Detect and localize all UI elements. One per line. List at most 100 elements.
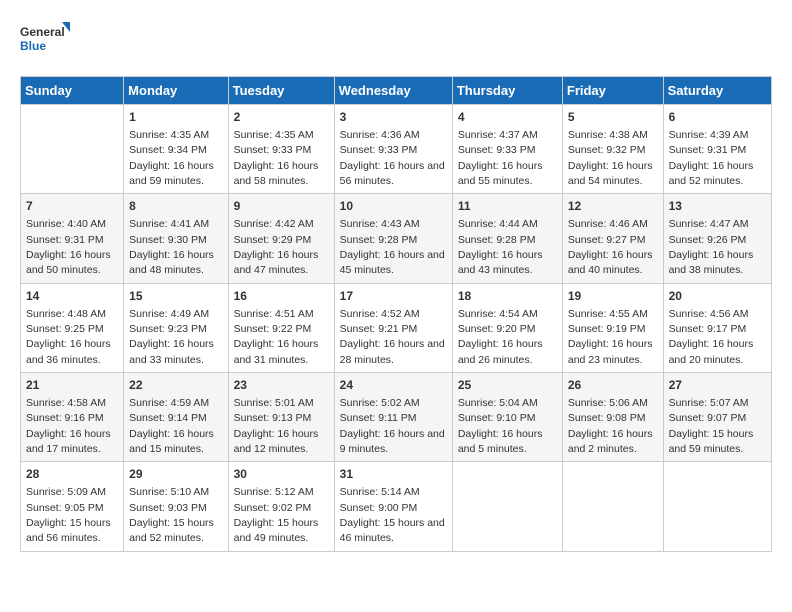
sunrise-info: Sunrise: 4:39 AM [669,129,749,141]
day-number: 15 [129,288,222,305]
calendar-week-3: 14 Sunrise: 4:48 AM Sunset: 9:25 PM Dayl… [21,283,772,372]
day-number: 6 [669,109,766,126]
calendar-cell: 7 Sunrise: 4:40 AM Sunset: 9:31 PM Dayli… [21,194,124,283]
logo: General Blue [20,20,70,60]
calendar-week-1: 1 Sunrise: 4:35 AM Sunset: 9:34 PM Dayli… [21,105,772,194]
calendar-cell [21,105,124,194]
calendar-cell: 20 Sunrise: 4:56 AM Sunset: 9:17 PM Dayl… [663,283,771,372]
sunrise-info: Sunrise: 4:56 AM [669,308,749,320]
day-number: 20 [669,288,766,305]
sunset-info: Sunset: 9:11 PM [340,412,417,424]
header-row: Sunday Monday Tuesday Wednesday Thursday… [21,77,772,105]
daylight-info: Daylight: 16 hours and 56 minutes. [340,160,445,187]
sunrise-info: Sunrise: 5:09 AM [26,486,106,498]
day-number: 23 [234,377,329,394]
day-number: 27 [669,377,766,394]
daylight-info: Daylight: 16 hours and 28 minutes. [340,338,445,365]
sunset-info: Sunset: 9:31 PM [669,144,747,156]
day-number: 18 [458,288,557,305]
day-number: 5 [568,109,658,126]
calendar-cell: 6 Sunrise: 4:39 AM Sunset: 9:31 PM Dayli… [663,105,771,194]
sunset-info: Sunset: 9:22 PM [234,323,312,335]
daylight-info: Daylight: 16 hours and 55 minutes. [458,160,543,187]
calendar-cell: 13 Sunrise: 4:47 AM Sunset: 9:26 PM Dayl… [663,194,771,283]
calendar-table: Sunday Monday Tuesday Wednesday Thursday… [20,76,772,552]
daylight-info: Daylight: 16 hours and 38 minutes. [669,249,754,276]
sunrise-info: Sunrise: 4:41 AM [129,218,209,230]
sunset-info: Sunset: 9:03 PM [129,502,207,514]
calendar-cell: 5 Sunrise: 4:38 AM Sunset: 9:32 PM Dayli… [562,105,663,194]
daylight-info: Daylight: 16 hours and 47 minutes. [234,249,319,276]
sunrise-info: Sunrise: 4:35 AM [234,129,314,141]
calendar-cell: 12 Sunrise: 4:46 AM Sunset: 9:27 PM Dayl… [562,194,663,283]
calendar-cell: 22 Sunrise: 4:59 AM Sunset: 9:14 PM Dayl… [124,373,228,462]
sunset-info: Sunset: 9:29 PM [234,234,312,246]
daylight-info: Daylight: 16 hours and 23 minutes. [568,338,653,365]
day-number: 24 [340,377,447,394]
sunrise-info: Sunrise: 5:02 AM [340,397,420,409]
sunset-info: Sunset: 9:25 PM [26,323,104,335]
sunset-info: Sunset: 9:26 PM [669,234,747,246]
sunrise-info: Sunrise: 5:06 AM [568,397,648,409]
daylight-info: Daylight: 16 hours and 2 minutes. [568,428,653,455]
calendar-cell: 27 Sunrise: 5:07 AM Sunset: 9:07 PM Dayl… [663,373,771,462]
day-number: 11 [458,198,557,215]
sunrise-info: Sunrise: 4:40 AM [26,218,106,230]
daylight-info: Daylight: 16 hours and 43 minutes. [458,249,543,276]
daylight-info: Daylight: 15 hours and 46 minutes. [340,517,445,544]
sunrise-info: Sunrise: 4:44 AM [458,218,538,230]
sunrise-info: Sunrise: 4:49 AM [129,308,209,320]
sunset-info: Sunset: 9:21 PM [340,323,418,335]
sunrise-info: Sunrise: 4:54 AM [458,308,538,320]
calendar-cell: 29 Sunrise: 5:10 AM Sunset: 9:03 PM Dayl… [124,462,228,551]
day-number: 9 [234,198,329,215]
sunset-info: Sunset: 9:31 PM [26,234,104,246]
sunrise-info: Sunrise: 5:04 AM [458,397,538,409]
calendar-cell: 19 Sunrise: 4:55 AM Sunset: 9:19 PM Dayl… [562,283,663,372]
calendar-cell: 11 Sunrise: 4:44 AM Sunset: 9:28 PM Dayl… [452,194,562,283]
calendar-week-5: 28 Sunrise: 5:09 AM Sunset: 9:05 PM Dayl… [21,462,772,551]
svg-text:Blue: Blue [20,39,46,53]
day-number: 3 [340,109,447,126]
day-number: 25 [458,377,557,394]
daylight-info: Daylight: 16 hours and 52 minutes. [669,160,754,187]
day-number: 28 [26,466,118,483]
calendar-cell: 25 Sunrise: 5:04 AM Sunset: 9:10 PM Dayl… [452,373,562,462]
day-number: 13 [669,198,766,215]
sunset-info: Sunset: 9:14 PM [129,412,207,424]
daylight-info: Daylight: 16 hours and 5 minutes. [458,428,543,455]
sunset-info: Sunset: 9:32 PM [568,144,646,156]
calendar-cell: 21 Sunrise: 4:58 AM Sunset: 9:16 PM Dayl… [21,373,124,462]
daylight-info: Daylight: 16 hours and 17 minutes. [26,428,111,455]
day-number: 2 [234,109,329,126]
calendar-cell: 8 Sunrise: 4:41 AM Sunset: 9:30 PM Dayli… [124,194,228,283]
daylight-info: Daylight: 16 hours and 59 minutes. [129,160,214,187]
daylight-info: Daylight: 15 hours and 52 minutes. [129,517,214,544]
daylight-info: Daylight: 16 hours and 45 minutes. [340,249,445,276]
calendar-cell: 9 Sunrise: 4:42 AM Sunset: 9:29 PM Dayli… [228,194,334,283]
sunrise-info: Sunrise: 4:51 AM [234,308,314,320]
daylight-info: Daylight: 16 hours and 54 minutes. [568,160,653,187]
sunrise-info: Sunrise: 4:46 AM [568,218,648,230]
day-number: 16 [234,288,329,305]
calendar-cell: 18 Sunrise: 4:54 AM Sunset: 9:20 PM Dayl… [452,283,562,372]
calendar-cell: 15 Sunrise: 4:49 AM Sunset: 9:23 PM Dayl… [124,283,228,372]
daylight-info: Daylight: 15 hours and 56 minutes. [26,517,111,544]
sunrise-info: Sunrise: 5:10 AM [129,486,209,498]
calendar-cell: 30 Sunrise: 5:12 AM Sunset: 9:02 PM Dayl… [228,462,334,551]
calendar-cell: 2 Sunrise: 4:35 AM Sunset: 9:33 PM Dayli… [228,105,334,194]
daylight-info: Daylight: 16 hours and 12 minutes. [234,428,319,455]
calendar-cell: 28 Sunrise: 5:09 AM Sunset: 9:05 PM Dayl… [21,462,124,551]
daylight-info: Daylight: 16 hours and 50 minutes. [26,249,111,276]
sunset-info: Sunset: 9:28 PM [458,234,536,246]
daylight-info: Daylight: 16 hours and 20 minutes. [669,338,754,365]
svg-text:General: General [20,25,65,39]
sunrise-info: Sunrise: 4:47 AM [669,218,749,230]
calendar-cell: 24 Sunrise: 5:02 AM Sunset: 9:11 PM Dayl… [334,373,452,462]
daylight-info: Daylight: 16 hours and 58 minutes. [234,160,319,187]
daylight-info: Daylight: 16 hours and 31 minutes. [234,338,319,365]
col-friday: Friday [562,77,663,105]
calendar-cell: 1 Sunrise: 4:35 AM Sunset: 9:34 PM Dayli… [124,105,228,194]
day-number: 31 [340,466,447,483]
day-number: 14 [26,288,118,305]
